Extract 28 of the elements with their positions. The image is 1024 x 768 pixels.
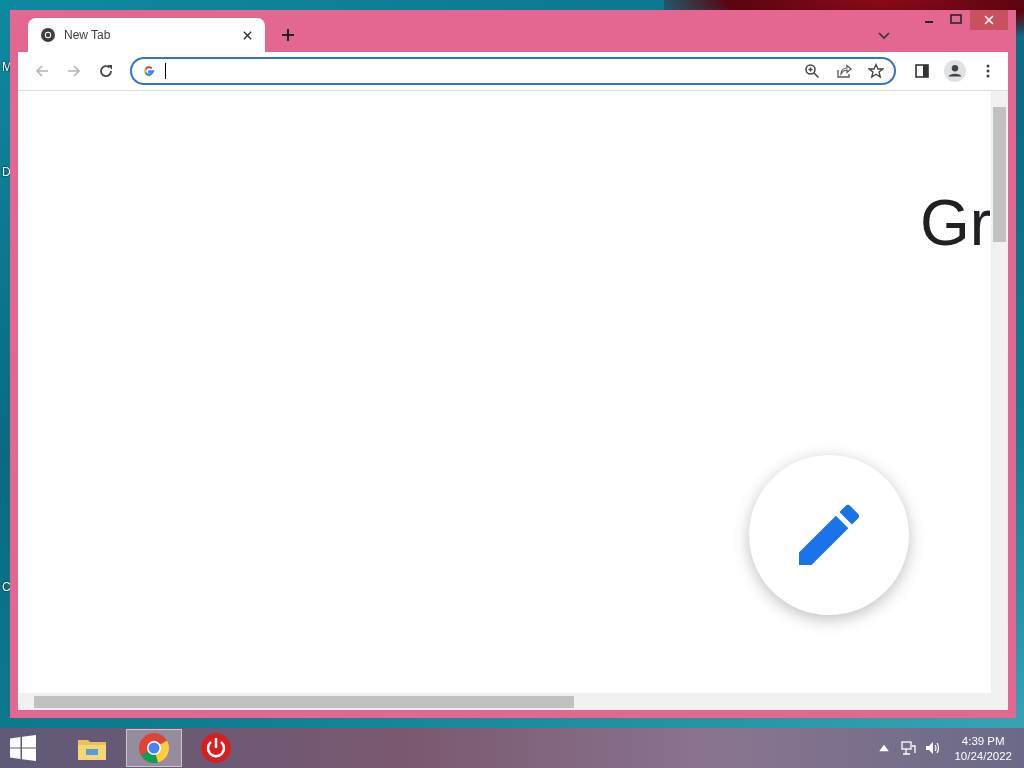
chrome-logo-icon [138,732,170,764]
taskbar-app-button[interactable] [126,729,182,767]
chrome-logo-icon [40,27,56,43]
close-icon[interactable] [242,29,253,41]
clock-date: 10/24/2022 [954,749,1012,762]
share-icon[interactable] [836,63,852,79]
power-icon [200,732,232,764]
zoom-in-icon[interactable] [804,63,820,79]
new-tab-icon[interactable] [281,28,295,42]
browser-tab[interactable]: New Tab [28,18,265,52]
desktop-icon-label: C [2,580,11,594]
volume-icon[interactable] [924,740,941,756]
profile-avatar-icon[interactable] [944,60,966,82]
desktop-icon-label: D [2,165,11,179]
chevron-down-icon[interactable] [878,32,890,40]
desktop-icon-label: M [2,60,12,74]
google-g-icon [142,64,156,78]
vertical-scrollbar[interactable] [991,91,1008,693]
reload-icon[interactable] [98,63,114,79]
windows-start-icon[interactable] [10,735,36,761]
page-heading: Gr [919,191,991,255]
edit-button[interactable] [749,455,909,615]
clock-time: 4:39 PM [961,734,1005,747]
horizontal-scrollbar[interactable] [18,693,1008,710]
star-icon[interactable] [868,63,884,79]
address-field[interactable] [130,57,896,85]
network-icon[interactable] [900,740,917,756]
side-panel-icon[interactable] [914,63,930,79]
